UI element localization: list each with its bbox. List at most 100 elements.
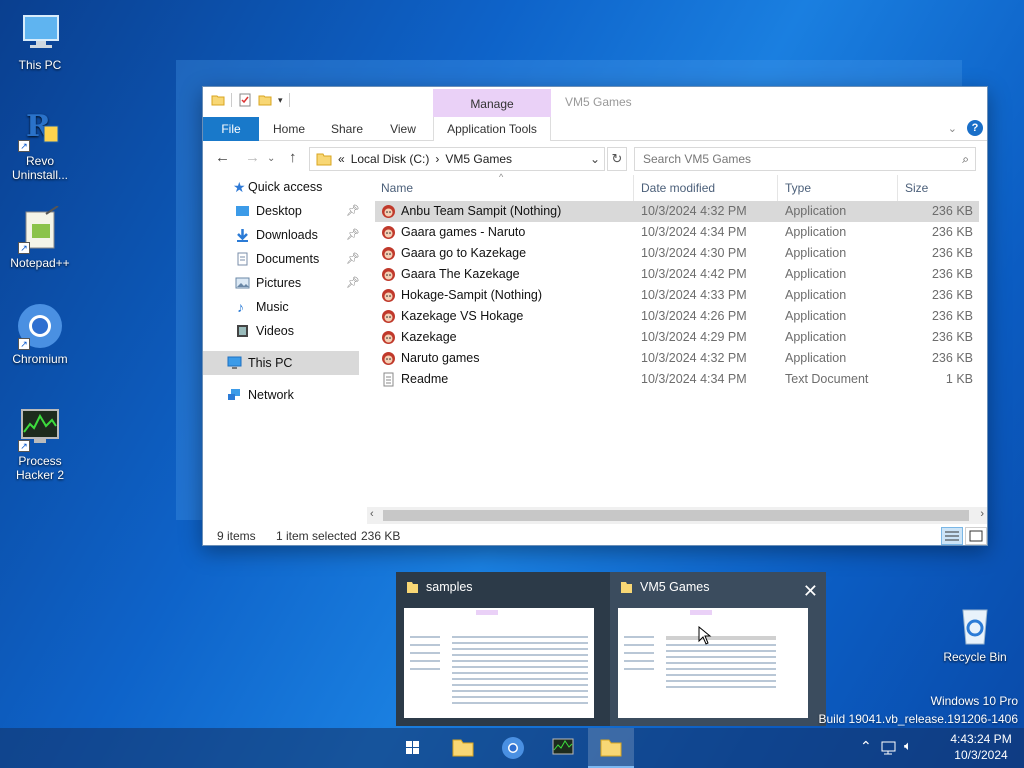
file-row[interactable]: Anbu Team Sampit (Nothing) 10/3/2024 4:32… — [375, 201, 979, 222]
folder-icon — [452, 739, 474, 757]
taskbar-file-explorer-active[interactable] — [588, 728, 634, 768]
tab-file[interactable]: File — [203, 117, 259, 141]
breadcrumb-vm5-games[interactable]: VM5 Games — [445, 152, 512, 166]
breadcrumb-local-disk[interactable]: Local Disk (C:) — [351, 152, 430, 166]
properties-icon[interactable] — [238, 93, 252, 107]
nav-network[interactable]: Network — [203, 383, 363, 407]
file-type: Application — [785, 330, 847, 344]
chromium-icon: ↗ — [16, 302, 64, 350]
desktop-icon — [236, 206, 249, 216]
file-row[interactable]: Gaara go to Kazekage 10/3/2024 4:30 PM App… — [375, 243, 979, 264]
tab-manage[interactable]: Manage — [433, 89, 551, 117]
address-prefix: « — [338, 152, 345, 166]
nav-label: Network — [248, 388, 294, 402]
tab-view[interactable]: View — [383, 117, 423, 141]
app-icon — [382, 331, 395, 344]
app-icon — [382, 205, 395, 218]
file-type: Application — [785, 246, 847, 260]
recent-locations-icon[interactable]: ⌄ — [267, 153, 275, 164]
desktop-icon-chromium[interactable]: ↗ Chromium — [2, 302, 78, 366]
desktop-icon-revo[interactable]: R ↗ Revo Uninstall... — [2, 104, 78, 182]
nav-pictures[interactable]: Pictures 📌︎ — [203, 271, 363, 295]
column-type[interactable]: Type — [785, 181, 811, 195]
tray-overflow-icon[interactable]: ⌃ — [860, 738, 872, 755]
scroll-right-icon[interactable]: › — [980, 508, 984, 520]
nav-documents[interactable]: Documents 📌︎ — [203, 247, 363, 271]
scroll-left-icon[interactable]: ‹ — [370, 508, 374, 520]
shortcut-arrow-icon: ↗ — [18, 338, 30, 350]
pin-icon[interactable]: 📌︎ — [346, 199, 360, 223]
tab-application-tools[interactable]: Application Tools — [433, 117, 551, 141]
nav-videos[interactable]: Videos — [203, 319, 363, 343]
pin-icon[interactable]: 📌︎ — [346, 271, 360, 295]
nav-downloads[interactable]: Downloads 📌︎ — [203, 223, 363, 247]
file-name: Hokage-Sampit (Nothing) — [401, 288, 543, 302]
file-name: Naruto games — [401, 351, 480, 365]
pin-icon[interactable]: 📌︎ — [346, 247, 360, 271]
nav-music[interactable]: ♪ Music — [203, 295, 363, 319]
search-input[interactable]: Search VM5 Games ⌕ — [634, 147, 976, 171]
file-row[interactable]: Gaara games - Naruto 10/3/2024 4:34 PM App… — [375, 222, 979, 243]
preview-card-samples[interactable]: samples — [396, 572, 608, 726]
close-icon[interactable]: ✕ — [803, 576, 818, 606]
nav-this-pc[interactable]: This PC — [203, 351, 359, 375]
back-arrow-icon[interactable]: ← — [215, 149, 230, 166]
address-dropdown-icon[interactable]: ⌄ — [590, 152, 600, 166]
details-view-button[interactable] — [941, 527, 963, 545]
column-size[interactable]: Size — [905, 181, 928, 195]
file-size: 1 KB — [945, 372, 973, 386]
desktop-icon-recycle-bin[interactable]: Recycle Bin — [937, 600, 1013, 664]
taskbar-chromium[interactable] — [490, 728, 536, 768]
column-headers: ^ Name Date modified Type Size — [375, 172, 979, 201]
file-row[interactable]: Gaara The Kazekage 10/3/2024 4:42 PM Appli… — [375, 264, 979, 285]
download-icon — [237, 229, 248, 242]
refresh-button[interactable]: ↻ — [607, 147, 627, 171]
preview-title: VM5 Games — [640, 580, 710, 594]
new-folder-icon[interactable] — [258, 93, 272, 107]
file-size: 236 KB — [931, 246, 973, 260]
tab-share[interactable]: Share — [327, 117, 367, 141]
volume-icon[interactable]: 🔈︎ — [904, 738, 912, 754]
process-hacker-icon: ↗ — [16, 404, 64, 452]
address-bar[interactable]: « Local Disk (C:) › VM5 Games ⌄ — [309, 147, 605, 171]
expand-ribbon-icon[interactable]: ⌄ — [948, 122, 957, 135]
file-row[interactable]: Naruto games 10/3/2024 4:32 PM Application… — [375, 348, 979, 369]
quick-access-toolbar: ▾ — [211, 93, 290, 107]
pin-icon[interactable]: 📌︎ — [346, 223, 360, 247]
taskbar-process-hacker[interactable] — [540, 728, 586, 768]
column-name[interactable]: Name — [381, 181, 413, 195]
system-tray: ⌃ 🔈︎ 4:43:24 PM 10/3/2024 — [854, 728, 1024, 768]
customize-qat-icon[interactable]: ▾ — [278, 95, 283, 106]
title-bar[interactable]: ▾ Manage VM5 Games — [203, 87, 987, 117]
taskbar-file-explorer[interactable] — [440, 728, 486, 768]
file-name: Readme — [401, 372, 449, 386]
file-type: Application — [785, 309, 847, 323]
forward-arrow-icon[interactable]: → — [245, 149, 260, 166]
file-row[interactable]: Hokage-Sampit (Nothing) 10/3/2024 4:33 PM… — [375, 285, 979, 306]
clock-date: 10/3/2024 — [954, 748, 1008, 762]
mouse-cursor-icon — [698, 626, 712, 645]
up-arrow-icon[interactable]: ↑ — [289, 149, 297, 166]
network-icon[interactable] — [880, 740, 898, 756]
explorer-window[interactable]: ▾ Manage VM5 Games File Home Share View … — [202, 86, 988, 546]
preview-card-vm5-games[interactable]: VM5 Games ✕ — [610, 572, 826, 726]
windows-logo-icon — [406, 741, 419, 754]
horizontal-scrollbar[interactable]: ‹ › — [367, 507, 987, 524]
large-icons-view-button[interactable] — [965, 527, 987, 545]
column-date-modified[interactable]: Date modified — [641, 181, 715, 195]
file-row[interactable]: Readme 10/3/2024 4:34 PM Text Document 1 KB — [375, 369, 979, 390]
desktop-icon-notepadpp[interactable]: ↗ Notepad++ — [2, 205, 78, 270]
nav-desktop[interactable]: Desktop 📌︎ — [203, 199, 363, 223]
help-icon[interactable]: ? — [967, 120, 983, 136]
address-row: ← → ⌄ ↑ « Local Disk (C:) › VM5 Games ⌄ … — [203, 141, 987, 175]
scrollbar-thumb[interactable] — [383, 510, 969, 521]
nav-quick-access[interactable]: ★ Quick access — [203, 175, 363, 199]
file-row[interactable]: Kazekage 10/3/2024 4:29 PM Application 236 … — [375, 327, 979, 348]
clock[interactable]: 4:43:24 PM 10/3/2024 — [946, 731, 1016, 763]
tab-home[interactable]: Home — [269, 117, 309, 141]
desktop-icon-process-hacker[interactable]: ↗ Process Hacker 2 — [2, 404, 78, 482]
file-row[interactable]: Kazekage VS Hokage 10/3/2024 4:26 PM Appli… — [375, 306, 979, 327]
app-icon — [382, 289, 395, 302]
desktop-icon-this-pc[interactable]: This PC — [2, 8, 78, 72]
start-button[interactable] — [390, 728, 436, 768]
